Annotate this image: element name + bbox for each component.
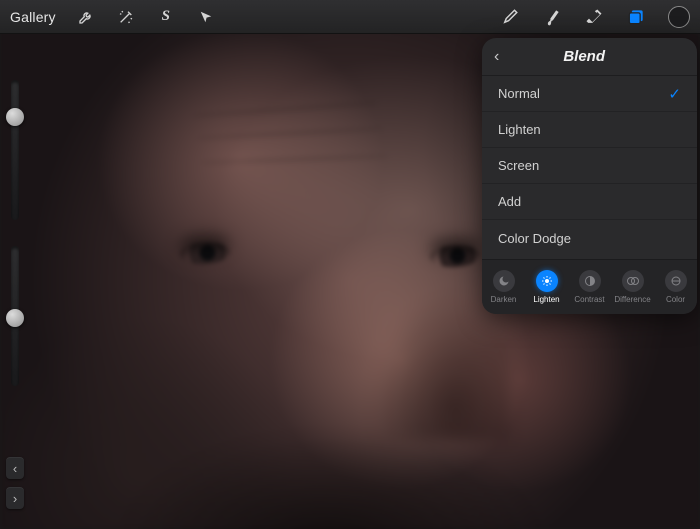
- painting-mark: [200, 155, 390, 165]
- painting-mark: [195, 127, 385, 140]
- opacity-thumb[interactable]: [6, 309, 24, 327]
- blend-mode-label: Color Dodge: [498, 231, 571, 246]
- blend-mode-colordodge[interactable]: Color Dodge: [482, 220, 697, 256]
- painting-mark: [429, 244, 480, 269]
- blend-mode-lighten[interactable]: Lighten: [482, 112, 697, 148]
- brush-icon[interactable]: [500, 7, 520, 27]
- blend-category-footer: Darken Lighten Contrast Difference: [482, 259, 697, 314]
- panel-title: Blend: [483, 48, 685, 65]
- blend-panel: ‹ Blend Normal ✓ Lighten Screen Add Colo…: [482, 38, 697, 314]
- panel-header: ‹ Blend: [482, 38, 697, 76]
- redo-button[interactable]: ›: [6, 487, 24, 509]
- category-label: Darken: [491, 295, 517, 304]
- select-icon[interactable]: S: [156, 7, 176, 27]
- blend-mode-label: Add: [498, 194, 521, 209]
- wrench-icon[interactable]: [76, 7, 96, 27]
- category-difference[interactable]: Difference: [611, 260, 654, 314]
- gallery-button[interactable]: Gallery: [10, 9, 56, 25]
- opacity-slider[interactable]: [11, 246, 19, 386]
- disc-icon: [665, 270, 687, 292]
- color-swatch[interactable]: [668, 6, 690, 28]
- cursor-icon[interactable]: [196, 7, 216, 27]
- blend-mode-label: Screen: [498, 158, 539, 173]
- layers-icon[interactable]: [626, 7, 646, 27]
- painting-mark: [60, 400, 600, 529]
- wand-icon[interactable]: [116, 7, 136, 27]
- category-color[interactable]: Color: [654, 260, 697, 314]
- category-darken[interactable]: Darken: [482, 260, 525, 314]
- blend-mode-normal[interactable]: Normal ✓: [482, 76, 697, 112]
- painting-mark: [179, 241, 230, 266]
- brush-size-thumb[interactable]: [6, 108, 24, 126]
- undo-button[interactable]: ‹: [6, 457, 24, 479]
- category-contrast[interactable]: Contrast: [568, 260, 611, 314]
- check-icon: ✓: [668, 85, 681, 103]
- undo-redo-group: ‹ ›: [6, 457, 24, 509]
- blend-mode-screen[interactable]: Screen: [482, 148, 697, 184]
- half-circle-icon: [579, 270, 601, 292]
- moon-icon: [493, 270, 515, 292]
- category-lighten[interactable]: Lighten: [525, 260, 568, 314]
- top-toolbar-left: Gallery S: [10, 7, 216, 27]
- painting-mark: [190, 101, 380, 117]
- blend-mode-label: Normal: [498, 86, 540, 101]
- app-root: Gallery S: [0, 0, 700, 529]
- brush-size-slider[interactable]: [11, 80, 19, 220]
- category-label: Difference: [614, 295, 650, 304]
- sun-icon: [536, 270, 558, 292]
- category-label: Contrast: [574, 295, 604, 304]
- smudge-icon[interactable]: [542, 7, 562, 27]
- category-label: Lighten: [533, 295, 559, 304]
- eraser-icon[interactable]: [584, 7, 604, 27]
- blend-mode-add[interactable]: Add: [482, 184, 697, 220]
- top-toolbar-right: [500, 6, 690, 28]
- overlap-icon: [622, 270, 644, 292]
- category-label: Color: [666, 295, 685, 304]
- side-sliders: ‹ ›: [4, 80, 26, 509]
- top-toolbar: Gallery S: [0, 0, 700, 34]
- blend-mode-list: Normal ✓ Lighten Screen Add Color Dodge: [482, 76, 697, 259]
- blend-mode-label: Lighten: [498, 122, 541, 137]
